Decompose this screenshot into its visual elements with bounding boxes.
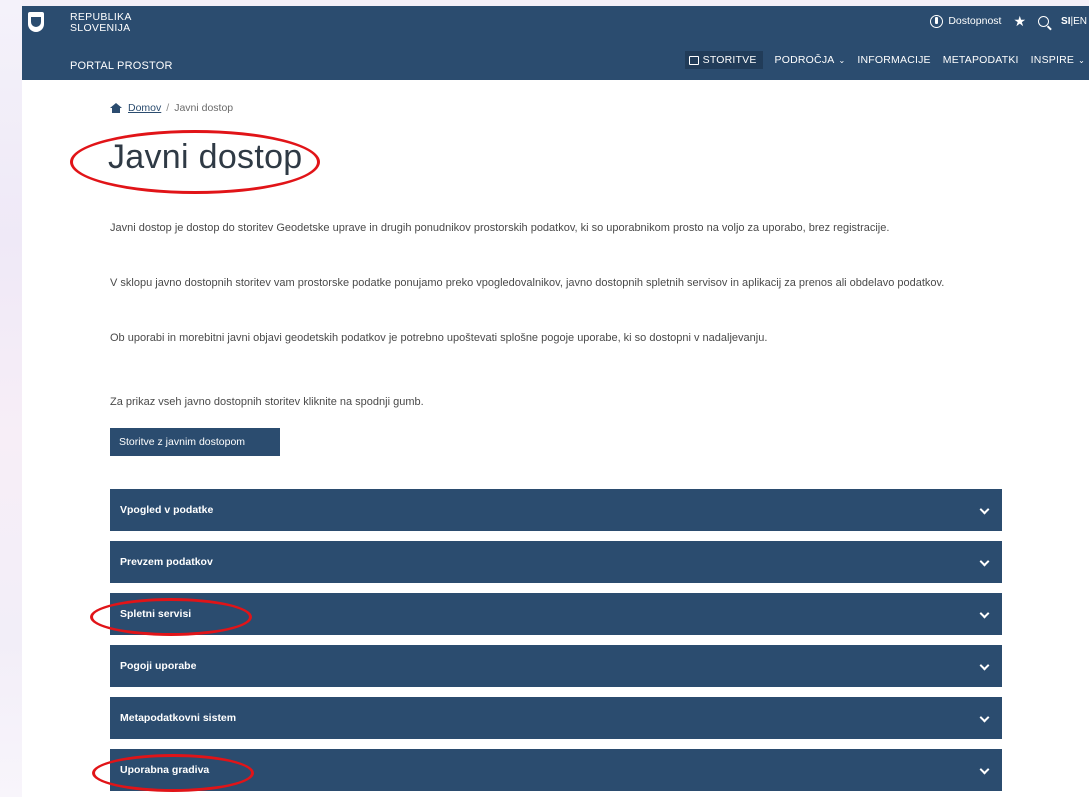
breadcrumb-separator: / — [166, 102, 170, 114]
coat-of-arms-icon — [28, 12, 44, 32]
accordion-label: Vpogled v podatke — [120, 504, 214, 516]
chevron-down-icon — [979, 660, 990, 671]
breadcrumb-current: Javni dostop — [174, 102, 234, 114]
breadcrumb-home[interactable]: Domov — [128, 102, 161, 114]
accordion-prevzem[interactable]: Prevzem podatkov — [110, 541, 1002, 583]
public-services-button[interactable]: Storitve z javnim dostopom — [110, 428, 280, 456]
breadcrumb: Domov / Javni dostop — [110, 102, 233, 114]
nav-podrocja[interactable]: PODROČJA ⌄ — [775, 54, 846, 66]
chevron-down-icon: ⌄ — [1078, 55, 1085, 65]
portal-name[interactable]: PORTAL PROSTOR — [70, 60, 173, 72]
nav-label: METAPODATKI — [942, 54, 1019, 66]
top-utility-bar: Dostopnost ★ SI|EN — [930, 11, 1089, 31]
chevron-down-icon: ⌄ — [838, 55, 846, 65]
monitor-icon — [688, 55, 699, 65]
cta-description: Za prikaz vseh javno dostopnih storitev … — [110, 396, 424, 408]
accordion-metapodatkovni[interactable]: Metapodatkovni sistem — [110, 697, 1002, 739]
search-icon[interactable] — [1038, 15, 1050, 27]
annotation-circle-spletni — [90, 598, 252, 636]
chevron-down-icon — [979, 556, 990, 567]
accordion-label: Pogoji uporabe — [120, 660, 197, 672]
chevron-down-icon — [979, 764, 990, 775]
nav-storitve[interactable]: STORITVE — [684, 51, 763, 69]
accordion-pogoji[interactable]: Pogoji uporabe — [110, 645, 1002, 687]
nav-inspire[interactable]: INSPIRE ⌄ — [1031, 54, 1085, 66]
accessibility-link[interactable]: Dostopnost — [930, 14, 1002, 28]
intro-paragraph-3: Ob uporabi in morebitni javni objavi geo… — [110, 332, 768, 344]
republic-line-2: SLOVENIJA — [70, 22, 131, 34]
accordion-label: Prevzem podatkov — [120, 556, 213, 568]
home-icon — [110, 103, 122, 113]
left-decoration — [0, 0, 22, 797]
nav-label: INFORMACIJE — [857, 54, 931, 66]
nav-label: INSPIRE — [1030, 54, 1075, 66]
accessibility-icon — [930, 14, 944, 28]
lang-en[interactable]: EN — [1073, 16, 1087, 27]
intro-paragraph-2: V sklopu javno dostopnih storitev vam pr… — [110, 277, 945, 289]
nav-metapodatki[interactable]: METAPODATKI — [943, 54, 1019, 66]
favorites-star-icon[interactable]: ★ — [1013, 13, 1026, 30]
site-header: REPUBLIKA SLOVENIJA PORTAL PROSTOR Dosto… — [22, 6, 1089, 80]
nav-label: PODROČJA — [774, 54, 835, 66]
chevron-down-icon — [979, 712, 990, 723]
accordion-vpogled[interactable]: Vpogled v podatke — [110, 489, 1002, 531]
chevron-down-icon — [979, 608, 990, 619]
intro-paragraph-1: Javni dostop je dostop do storitev Geode… — [110, 222, 890, 234]
annotation-circle-title — [70, 130, 320, 194]
accessibility-label: Dostopnost — [948, 15, 1002, 27]
main-nav: STORITVE PODROČJA ⌄ INFORMACIJE METAPODA… — [684, 48, 1089, 72]
accordion-label: Metapodatkovni sistem — [120, 712, 237, 724]
chevron-down-icon — [979, 504, 990, 515]
annotation-circle-gradiva — [92, 754, 254, 792]
nav-label: STORITVE — [702, 54, 757, 66]
nav-informacije[interactable]: INFORMACIJE — [857, 54, 930, 66]
republic-logo-text[interactable]: REPUBLIKA SLOVENIJA — [70, 12, 132, 34]
language-switcher: SI|EN — [1061, 16, 1087, 27]
